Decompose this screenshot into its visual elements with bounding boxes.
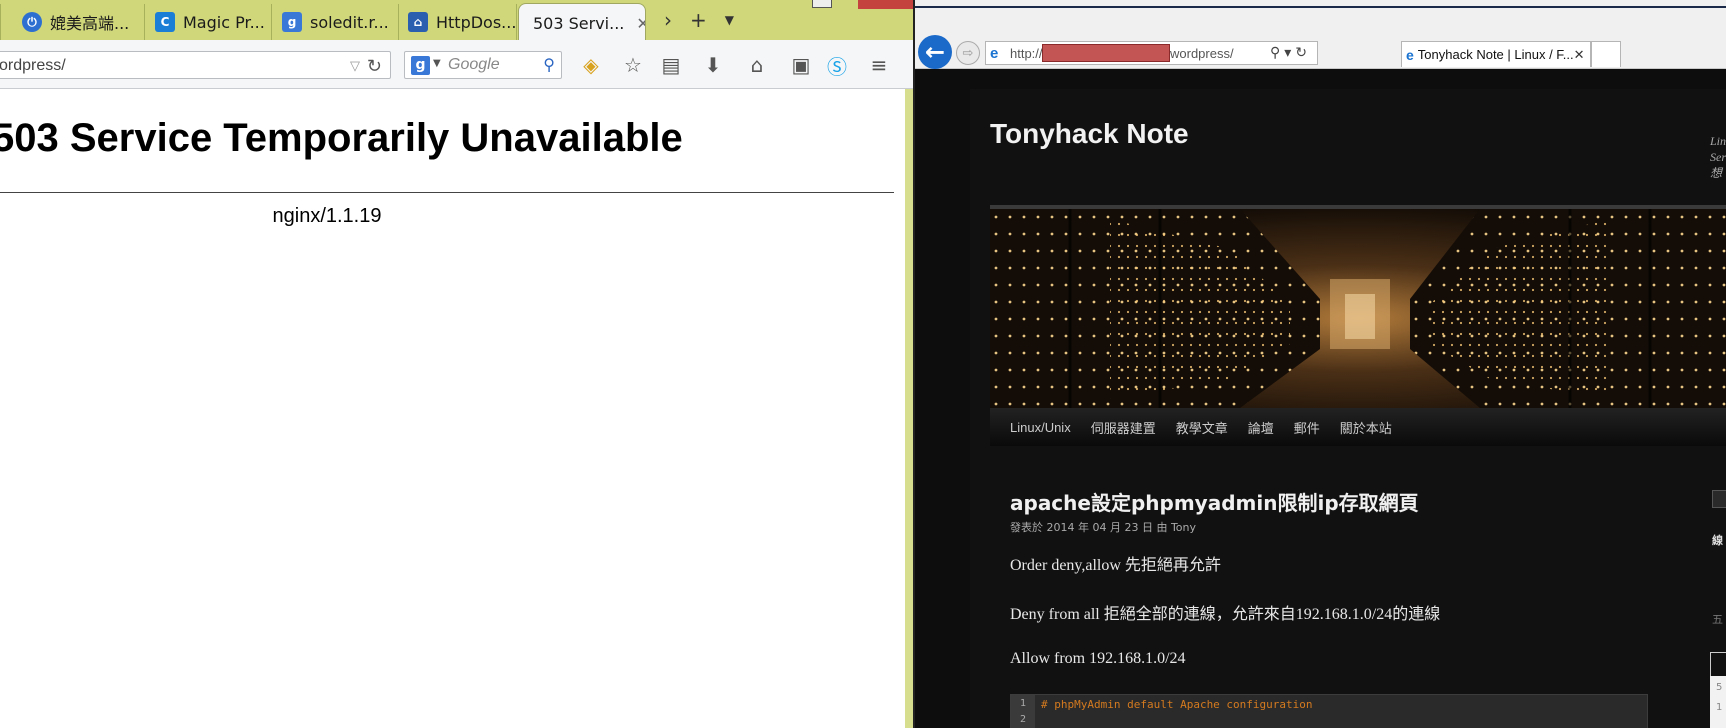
code-line: # phpMyAdmin default Apache configuratio… [1041,698,1313,711]
ie-logo-icon: e [990,45,999,62]
history-dropdown-icon[interactable]: ▽ [350,52,360,80]
close-window-button[interactable] [858,0,913,9]
tab-5-label: 503 Servi... [533,13,625,33]
new-tab-button[interactable]: + [690,8,707,32]
screenshot-icon[interactable]: ▣ [788,52,814,78]
chevron-down-icon[interactable]: ▼ [725,13,734,27]
sidebar-search-input[interactable] [1712,490,1726,508]
nav-item-tutorials[interactable]: 教學文章 [1166,418,1238,437]
tab-4-label: HttpDos... [436,12,517,32]
header-banner-image [990,209,1726,408]
server-signature: nginx/1.1.19 [272,205,382,227]
nav-item-forum[interactable]: 論壇 [1238,418,1284,437]
post-meta: 發表於 2014 年 04 月 23 日 由 Tony [1010,521,1197,534]
title-bar-edge [915,6,1726,8]
line-number: 1 [1019,698,1027,709]
post-paragraph: Deny from all 拒絕全部的連線，允許來自192.168.1.0/24… [1010,606,1441,623]
post-paragraph: Allow from 192.168.1.0/24 [1010,650,1186,667]
tab-4[interactable]: ⌂ HttpDos... [398,4,517,40]
address-bar[interactable]: e http:// wordpress/ ⚲▾↻ [985,41,1318,65]
reload-icon[interactable]: ↻ [367,52,382,80]
close-tab-icon[interactable]: ✕ [1574,47,1585,63]
url-bar[interactable]: ordpress/ ▽ ↻ [0,51,391,79]
ie-window: ← ⇨ e http:// wordpress/ ⚲▾↻ e Tonyhack … [915,0,1726,728]
search-placeholder: Google [448,56,500,73]
power-icon: ⏻ [22,12,42,32]
chevron-right-icon[interactable]: › [664,8,672,32]
line-number: 2 [1019,714,1027,725]
engine-dropdown-icon[interactable]: ▼ [433,58,441,69]
sidebar-widget-header [1710,652,1726,678]
tab-1-label: 媲美高端... [50,14,130,33]
divider [0,192,894,193]
bookmarks-menu-icon[interactable]: ▤ [658,52,684,78]
tab-2[interactable]: C Magic Pr... [145,4,272,40]
back-button[interactable]: ← [918,35,952,69]
post-paragraph: Order deny,allow 先拒絕再允許 [1010,557,1221,574]
nav-item-server[interactable]: 伺服器建置 [1081,418,1166,437]
site-navigation: Linux/Unix 伺服器建置 教學文章 論壇 郵件 關於本站 [990,408,1726,446]
sidebar-text: 五 [1712,613,1723,626]
house-icon: ⌂ [408,12,428,32]
firefox-window: ⏻ 媲美高端... C Magic Pr... g soledit.r... ⌂… [0,0,913,728]
forward-button[interactable]: ⇨ [956,41,980,65]
tab-3[interactable]: g soledit.r... [272,4,399,40]
tab-partial[interactable] [0,4,1,40]
code-gutter: 1 2 [1011,695,1035,728]
search-icon[interactable]: ⚲ [543,55,555,74]
site-description: Lin Ser 想 [1710,134,1726,180]
close-tab-icon[interactable]: ✕ [636,14,645,33]
home-icon[interactable]: ⌂ [744,52,770,78]
tab-controls: › + ▼ [664,8,734,32]
skype-icon[interactable]: Ⓢ [824,52,850,79]
url-text: ordpress/ [0,57,66,74]
firefox-page [0,89,905,728]
tab-3-label: soledit.r... [310,12,389,32]
c-logo-icon: C [155,12,175,32]
address-suffix: wordpress/ [1170,46,1234,61]
redaction-box [1042,44,1170,62]
google-icon: g [282,12,302,32]
window-border [905,89,913,728]
download-icon[interactable]: ⬇ [700,52,726,78]
tab-1[interactable]: ⏻ 媲美高端... [12,4,145,40]
nav-item-mail[interactable]: 郵件 [1284,418,1330,437]
address-prefix: http:// [1010,46,1043,61]
nav-item-linux[interactable]: Linux/Unix [990,420,1081,435]
restore-window-icon[interactable] [812,0,832,8]
code-block: 1 2 # phpMyAdmin default Apache configur… [1010,694,1648,728]
datacenter-photo [990,209,1726,408]
addon-icon[interactable]: ◈ [578,52,604,78]
google-engine-icon[interactable]: g [411,56,430,75]
new-tab-button[interactable] [1591,41,1621,67]
nav-item-about[interactable]: 關於本站 [1330,418,1402,437]
post-title[interactable]: apache設定phpmyadmin限制ip存取網頁 [1010,487,1419,516]
error-heading: 503 Service Temporarily Unavailable [0,116,683,160]
tab-5-active[interactable]: 503 Servi... ✕ [518,3,646,42]
search-box[interactable]: g ▼ Google ⚲ [404,51,562,79]
ie-tab-title: Tonyhack Note | Linux / F... [1417,47,1574,62]
ie-tab-active[interactable]: e Tonyhack Note | Linux / F... ✕ [1401,41,1591,67]
menu-icon[interactable]: ≡ [866,52,892,78]
site-title[interactable]: Tonyhack Note [990,118,1189,150]
sidebar-number: 5 [1716,682,1723,693]
bookmark-star-icon[interactable]: ☆ [620,52,646,78]
sidebar-heading: 線 [1712,534,1723,547]
tab-2-label: Magic Pr... [183,12,265,32]
search-refresh-icons[interactable]: ⚲▾↻ [1270,44,1311,61]
sidebar-number: 1 [1716,702,1723,713]
ie-tab-icon: e [1406,46,1414,63]
